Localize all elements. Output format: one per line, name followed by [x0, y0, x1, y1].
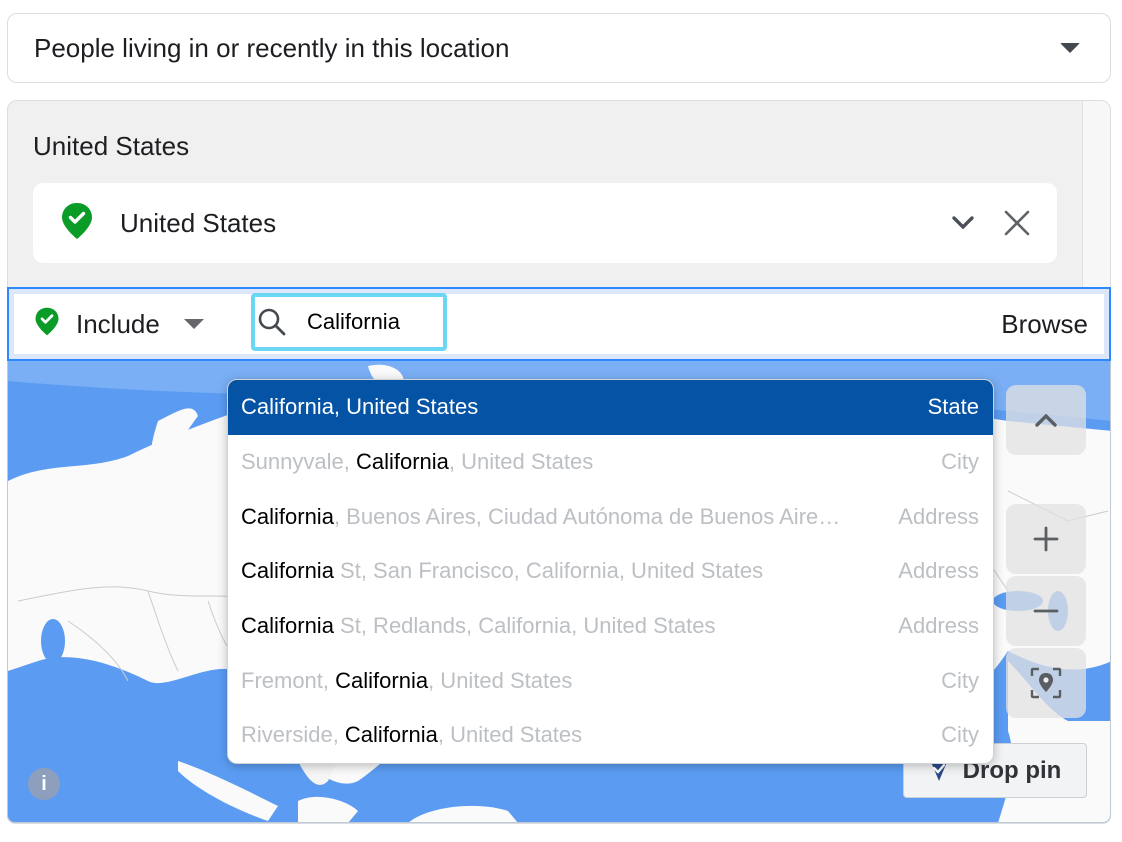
suggestion-option[interactable]: California, United States State [228, 380, 993, 435]
suggestion-context-text: St, Redlands, California, United States [333, 613, 716, 639]
suggestion-type: Address [898, 503, 979, 529]
suggestion-context-text: , Buenos Aires, Ciudad Autónoma de Bueno… [333, 503, 841, 529]
suggestion-context-text: , United States [437, 722, 583, 748]
map-zoom-in-button[interactable] [1006, 504, 1086, 574]
suggestion-match-text: California [241, 558, 334, 584]
location-search-row: Include Browse [7, 287, 1111, 361]
suggestion-label: California, United States [241, 394, 916, 420]
suggestion-match-text: California, United States [241, 394, 479, 420]
suggestion-context-text: Sunnyvale, [241, 449, 356, 475]
green-check-pin-icon [60, 201, 94, 246]
suggestion-label: Sunnyvale, California, United States [241, 449, 929, 475]
suggestion-type: City [941, 449, 979, 475]
search-icon [258, 308, 286, 336]
suggestion-type: Address [898, 613, 979, 639]
suggestion-context-text: Fremont, [241, 667, 336, 693]
green-check-pin-icon [34, 306, 60, 342]
suggestion-label: California, Buenos Aires, Ciudad Autónom… [241, 504, 886, 530]
location-group-title: United States [33, 131, 190, 161]
suggestion-label: Fremont, California, United States [241, 668, 929, 694]
chevron-down-icon [952, 216, 974, 230]
suggestion-option[interactable]: California, Buenos Aires, Ciudad Autónom… [228, 489, 993, 544]
location-suggestions-dropdown: California, United States State Sunnyvale,… [227, 379, 994, 764]
chip-remove-button[interactable] [997, 203, 1037, 243]
location-chip: United States [33, 183, 1057, 263]
suggestion-type: City [941, 722, 979, 748]
suggestion-option[interactable]: California St, Redlands, California, Uni… [228, 599, 993, 654]
location-type-select[interactable]: People living in or recently in this loc… [7, 13, 1111, 83]
suggestion-type: Address [898, 558, 979, 584]
suggestion-option[interactable]: California St, San Francisco, California… [228, 544, 993, 599]
location-search-box[interactable] [251, 293, 447, 351]
suggestion-match-text: California [344, 722, 438, 748]
caret-down-icon [1060, 43, 1080, 53]
browse-button[interactable]: Browse [1001, 309, 1088, 340]
suggestion-option[interactable]: Fremont, California, United States City [228, 653, 993, 708]
minus-icon [1033, 609, 1059, 613]
suggestion-context-text: St, San Francisco, California, United St… [333, 558, 764, 584]
suggestion-label: California St, Redlands, California, Uni… [241, 613, 886, 639]
plus-icon [1033, 526, 1059, 552]
suggestion-type: State [927, 394, 979, 420]
suggestion-context-text: Riverside, [241, 722, 345, 748]
suggestion-type: City [941, 667, 979, 693]
close-icon [1004, 210, 1030, 236]
location-chip-name: United States [120, 207, 277, 238]
suggestion-match-text: California [241, 503, 334, 529]
panel-scrollbar[interactable] [1082, 101, 1110, 291]
include-dropdown[interactable]: Include [34, 306, 204, 342]
locate-pin-icon [1030, 667, 1062, 699]
suggestion-context-text: , United States [448, 449, 594, 475]
suggestion-context-text: , United States [428, 667, 573, 693]
chip-expand-button[interactable] [943, 203, 983, 243]
map-locate-button[interactable] [1006, 648, 1086, 718]
chevron-up-icon [1035, 413, 1057, 427]
suggestion-label: Riverside, California, United States [241, 722, 929, 748]
suggestion-option[interactable]: Sunnyvale, California, United States City [228, 435, 993, 490]
suggestion-match-text: California [241, 613, 334, 639]
suggestion-option[interactable]: Riverside, California, United States City [228, 708, 993, 763]
location-search-input[interactable] [307, 309, 437, 335]
suggestion-match-text: California [335, 667, 429, 693]
location-type-label: People living in or recently in this loc… [34, 32, 510, 63]
include-label: Include [76, 308, 160, 339]
suggestion-label: California St, San Francisco, California… [241, 558, 886, 584]
map-collapse-button[interactable] [1006, 385, 1086, 455]
map-info-button[interactable]: i [28, 768, 60, 800]
map-zoom-out-button[interactable] [1006, 576, 1086, 646]
suggestion-match-text: California [355, 449, 449, 475]
info-icon: i [41, 772, 47, 795]
caret-down-icon [183, 319, 204, 329]
